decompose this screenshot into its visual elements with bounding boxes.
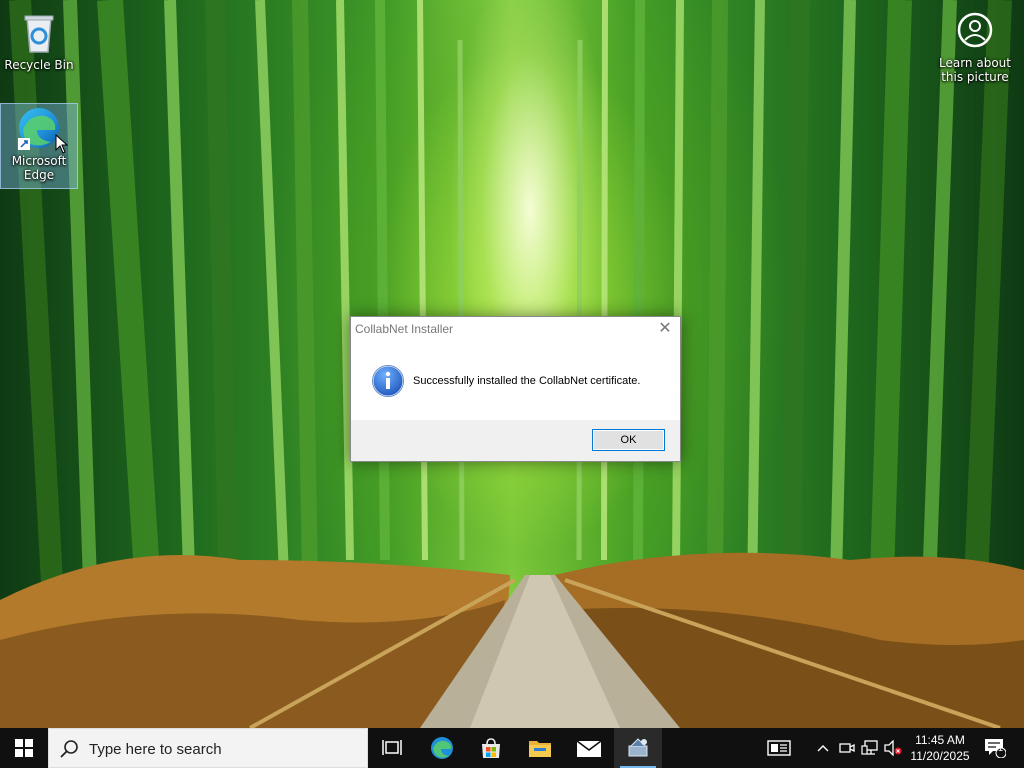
search-icon <box>60 740 78 758</box>
dialog-title: CollabNet Installer <box>355 322 454 336</box>
meet-now-button[interactable] <box>836 728 858 768</box>
mail-icon <box>576 740 602 757</box>
taskbar-file-explorer-button[interactable] <box>516 728 564 768</box>
news-widget-button[interactable] <box>760 728 798 768</box>
network-icon <box>861 740 878 755</box>
installer-icon <box>628 738 648 757</box>
ok-button[interactable]: OK <box>592 429 665 451</box>
volume-button[interactable] <box>882 728 904 768</box>
desktop-icon-microsoft-edge[interactable]: Microsoft Edge <box>0 103 78 189</box>
taskbar-mail-button[interactable] <box>565 728 613 768</box>
desktop-icon-label: Recycle Bin <box>4 58 74 72</box>
store-icon <box>482 738 500 758</box>
taskbar-clock[interactable]: 11:45 AM 11/20/2025 <box>906 732 974 764</box>
notification-count-badge: 1 <box>998 743 1004 753</box>
dialog-message: Successfully installed the CollabNet cer… <box>413 375 641 387</box>
chevron-up-icon <box>817 745 829 752</box>
search-placeholder: Type here to search <box>89 741 222 758</box>
taskbar-installer-button[interactable] <box>614 728 662 768</box>
clock-time: 11:45 AM <box>915 733 965 747</box>
installer-dialog: CollabNet Installer ✕ Successfully insta… <box>350 316 681 462</box>
desktop-icon-label: Learn about this picture <box>939 56 1011 84</box>
desktop-icon-label: Microsoft Edge <box>11 154 67 182</box>
taskbar-edge-button[interactable] <box>418 728 466 768</box>
taskbar-store-button[interactable] <box>467 728 515 768</box>
close-button[interactable]: ✕ <box>650 317 680 339</box>
clock-date: 11/20/2025 <box>910 749 970 763</box>
task-view-icon <box>382 740 402 755</box>
action-center-button[interactable]: 1 <box>978 728 1012 768</box>
mouse-cursor-icon <box>55 134 69 154</box>
desktop-icon-recycle-bin[interactable]: Recycle Bin <box>1 8 77 72</box>
start-icon <box>15 739 33 757</box>
edge-icon <box>431 737 453 759</box>
edge-icon <box>15 104 69 154</box>
recycle-bin-icon <box>15 8 63 56</box>
camera-icon <box>839 743 855 753</box>
taskbar: Type here to search 11:45 AM 11/20/2025 … <box>0 728 1024 768</box>
dialog-footer: OK <box>351 420 680 461</box>
network-button[interactable] <box>859 728 881 768</box>
file-explorer-icon <box>529 741 551 757</box>
dialog-titlebar[interactable]: CollabNet Installer ✕ <box>351 317 680 339</box>
desktop-icon-learn-about-picture[interactable]: Learn about this picture <box>936 10 1014 84</box>
search-box[interactable]: Type here to search <box>48 728 368 768</box>
news-icon <box>767 740 791 756</box>
volume-muted-icon <box>884 740 902 756</box>
task-view-button[interactable] <box>368 728 416 768</box>
info-icon <box>372 365 404 397</box>
start-button[interactable] <box>0 728 48 768</box>
dialog-body: Successfully installed the CollabNet cer… <box>351 339 680 419</box>
show-hidden-icons-button[interactable] <box>812 728 834 768</box>
camera-info-icon <box>955 10 995 50</box>
